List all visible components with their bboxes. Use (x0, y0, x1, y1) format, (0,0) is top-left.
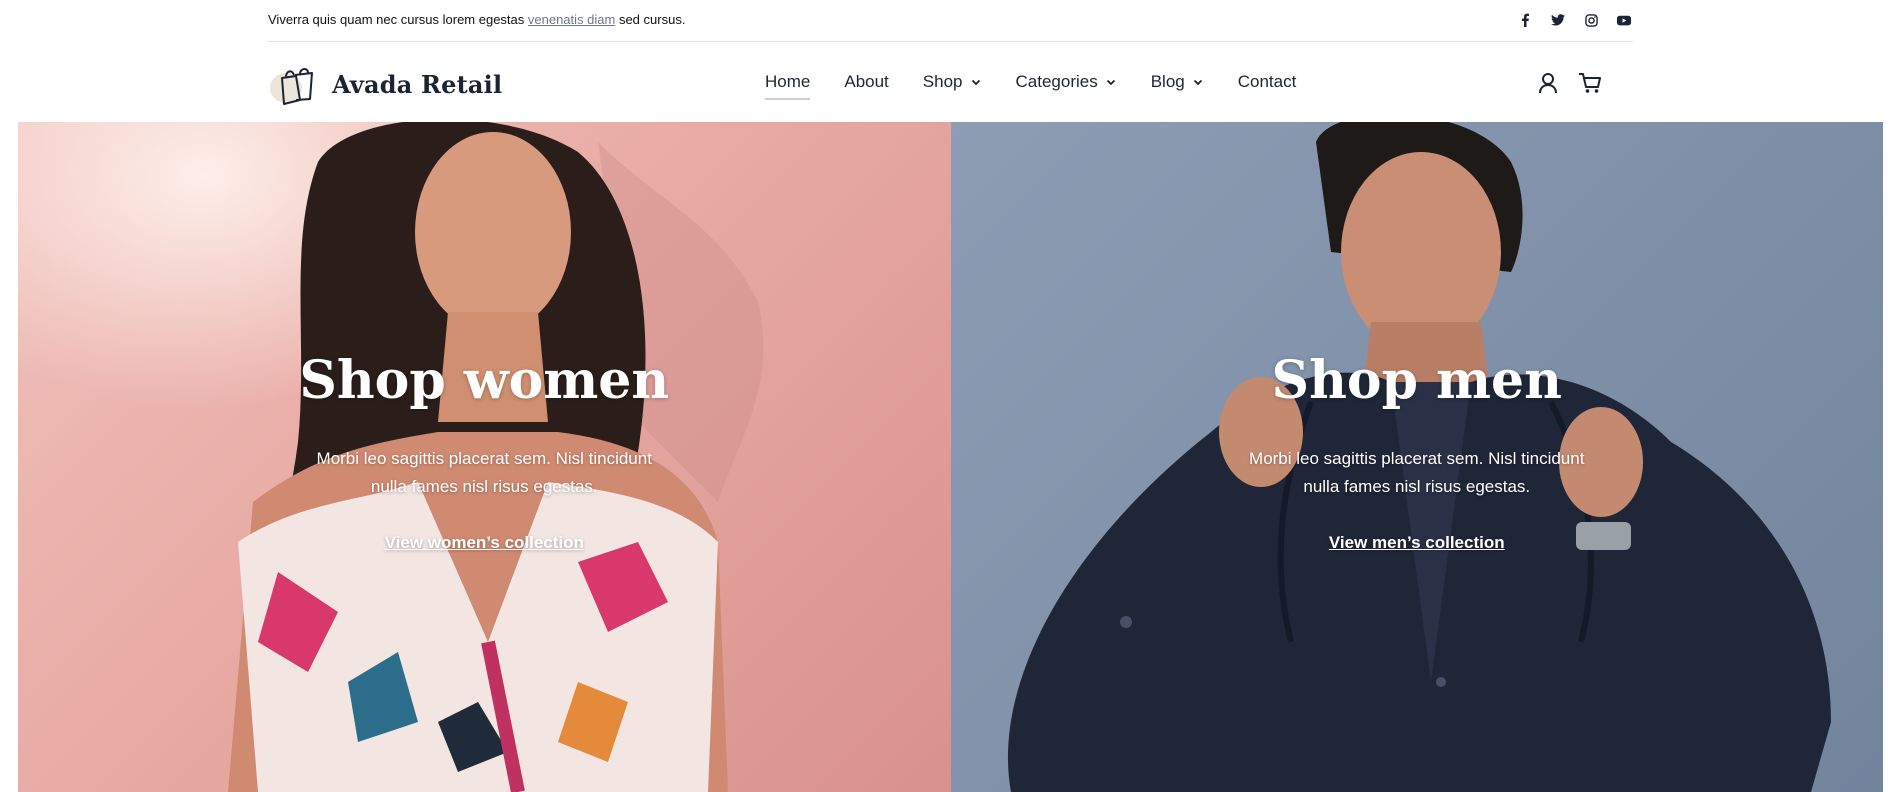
twitter-icon[interactable] (1549, 11, 1567, 29)
nav-item-label: Home (765, 72, 811, 91)
facebook-icon[interactable] (1516, 11, 1534, 29)
top-bar: Viverra quis quam nec cursus lorem egest… (268, 0, 1633, 42)
nav-item-home[interactable]: Home (765, 72, 811, 100)
nav-item-label: About (844, 72, 889, 91)
women-panel: Shop women Morbi leo sagittis placerat s… (18, 122, 951, 792)
main-navigation: Home About Shop Categories Blog Contact (765, 72, 1330, 100)
women-panel-description: Morbi leo sagittis placerat sem. Nisl ti… (316, 449, 652, 496)
view-mens-collection-link[interactable]: View men’s collection (1329, 533, 1505, 553)
top-bar-link[interactable]: venenatis diam (528, 12, 615, 27)
youtube-icon[interactable] (1615, 11, 1633, 29)
women-panel-title: Shop women (299, 350, 670, 411)
nav-item-blog[interactable]: Blog (1151, 72, 1204, 92)
top-bar-message: Viverra quis quam nec cursus lorem egest… (268, 12, 685, 27)
account-icon[interactable] (1535, 70, 1561, 96)
social-links (1516, 11, 1633, 29)
chevron-down-icon (1193, 79, 1202, 86)
nav-item-about[interactable]: About (844, 72, 888, 92)
men-panel-content: Shop men Morbi leo sagittis placerat sem… (951, 350, 1884, 553)
header-actions (1535, 70, 1603, 96)
nav-item-label: Blog (1150, 72, 1185, 91)
nav-item-contact[interactable]: Contact (1238, 72, 1297, 92)
chevron-down-icon (971, 79, 980, 86)
chevron-down-icon (1106, 79, 1115, 86)
logo-text: Avada Retail (332, 69, 503, 99)
nav-item-label: Categories (1015, 72, 1098, 91)
nav-item-categories[interactable]: Categories (1016, 72, 1117, 92)
nav-item-label: Contact (1237, 72, 1297, 91)
instagram-icon[interactable] (1582, 11, 1600, 29)
top-bar-text: Viverra quis quam nec cursus lorem egest… (268, 12, 528, 27)
hero-section: Shop women Morbi leo sagittis placerat s… (18, 122, 1883, 792)
site-header: Avada Retail Home About Shop Categories … (268, 42, 1633, 122)
shopping-bags-icon (268, 62, 324, 106)
men-panel-description: Morbi leo sagittis placerat sem. Nisl ti… (1249, 449, 1585, 496)
nav-item-label: Shop (922, 72, 963, 91)
nav-item-shop[interactable]: Shop (923, 72, 982, 92)
women-panel-content: Shop women Morbi leo sagittis placerat s… (18, 350, 951, 553)
cart-icon[interactable] (1577, 70, 1603, 96)
logo[interactable]: Avada Retail (268, 62, 502, 106)
men-panel-title: Shop men (1271, 350, 1562, 411)
top-bar-text-end: sed cursus. (615, 12, 686, 27)
view-womens-collection-link[interactable]: View women’s collection (385, 533, 584, 553)
men-panel: Shop men Morbi leo sagittis placerat sem… (950, 122, 1884, 792)
